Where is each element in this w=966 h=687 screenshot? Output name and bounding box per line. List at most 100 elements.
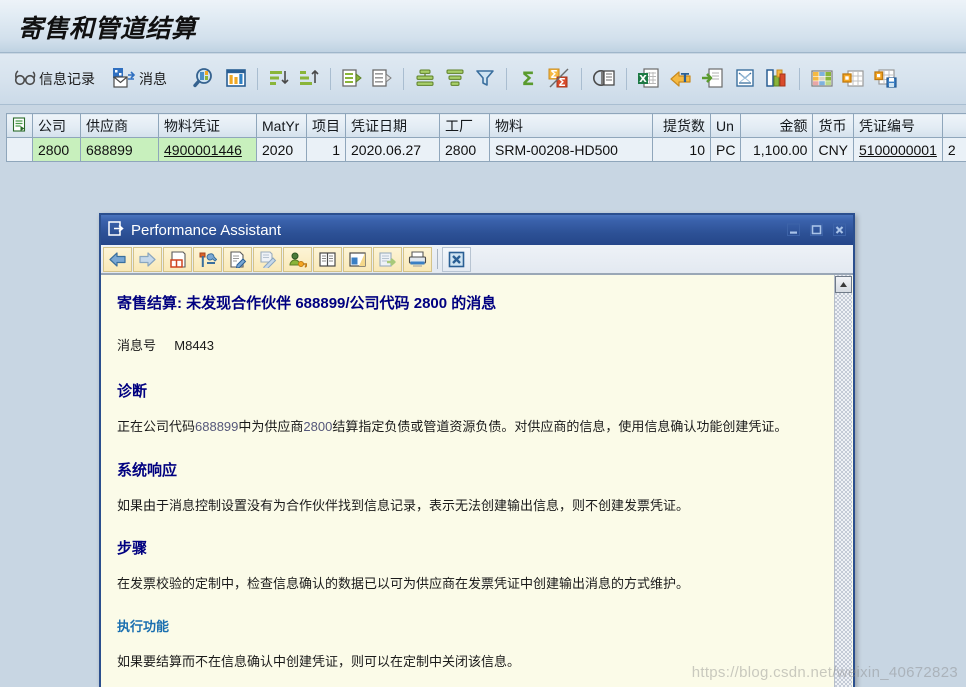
cell-docdate: 2020.06.27 <box>345 137 440 162</box>
column-header-docdate[interactable]: 凭证日期 <box>345 113 440 138</box>
row-selector[interactable] <box>6 137 33 162</box>
cell-extra: 2 <box>941 137 966 162</box>
section-body-system-response: 如果由于消息控制设置没有为合作伙伴找到信息记录，表示无法创建输出信息，则不创建发… <box>117 497 690 513</box>
column-header-extra[interactable] <box>941 113 966 138</box>
column-chart-icon <box>225 67 247 92</box>
export-local-button[interactable] <box>697 59 729 99</box>
column-header-vendor[interactable]: 供应商 <box>80 113 159 138</box>
note-pencil-icon <box>230 250 247 268</box>
print-preview-button[interactable] <box>588 59 620 99</box>
hammer-wrench-icon <box>199 252 217 267</box>
subtotal-button[interactable]: Σ Σ <box>543 59 575 99</box>
table-row[interactable]: 2800 688899 4900001446 2020 1 2020.06.27… <box>6 137 966 162</box>
column-header-matyr[interactable]: MatYr <box>256 113 307 138</box>
diagnosis-part-1: 688899 <box>195 419 239 434</box>
column-header-material[interactable]: 物料 <box>489 113 653 138</box>
dialog-title-bar[interactable]: Performance Assistant <box>101 215 853 245</box>
export-excel-button[interactable]: X <box>633 59 665 99</box>
section-body-diagnosis: 正在公司代码688899中为供应商2800结算指定负债或管道资源负债。对供应商的… <box>117 418 818 436</box>
mail-recipient-button[interactable] <box>729 59 761 99</box>
cell-plant: 2800 <box>439 137 490 162</box>
cell-matdoc[interactable]: 4900001446 <box>158 137 257 162</box>
application-window: 寄售和管道结算 信息记录 消息 Σ Σ Σ X T 公司 供应商 物料凭证 Ma… <box>0 0 966 687</box>
forward-button[interactable] <box>133 246 162 272</box>
create-note-button[interactable] <box>253 246 282 272</box>
layout-change-button[interactable] <box>838 59 870 99</box>
column-header-unit[interactable]: Un <box>709 113 742 138</box>
column-header-currency[interactable]: 货币 <box>812 113 855 138</box>
cell-company: 2800 <box>32 137 81 162</box>
layout-save-button[interactable] <box>870 59 902 99</box>
filter-button[interactable] <box>470 59 500 99</box>
messages-button[interactable]: 消息 <box>108 59 171 99</box>
dialog-body: 寄售结算: 未发现合作伙伴 688899/公司代码 2800 的消息 消息号 M… <box>101 274 853 687</box>
glossary-button[interactable] <box>163 246 192 272</box>
cell-material: SRM-00208-HD500 <box>489 137 653 162</box>
application-help-button[interactable] <box>313 246 342 272</box>
column-header-item[interactable]: 项目 <box>306 113 346 138</box>
cell-vendor: 688899 <box>80 137 159 162</box>
vertical-scrollbar[interactable] <box>834 275 852 687</box>
book-glossary-icon <box>170 250 186 268</box>
layout-select-button[interactable] <box>806 59 838 99</box>
export-file-icon <box>701 67 725 92</box>
sigma-icon: Σ <box>517 67 539 92</box>
diagnosis-part-3: 2800 <box>303 419 333 434</box>
column-header-plant[interactable]: 工厂 <box>439 113 490 138</box>
graphic-button[interactable] <box>761 59 793 99</box>
word-export-icon: T <box>669 67 693 92</box>
sort-ascending-button[interactable] <box>264 59 294 99</box>
sort-descending-button[interactable] <box>294 59 324 99</box>
message-number-value: M8443 <box>174 338 215 353</box>
find-button[interactable] <box>189 59 221 99</box>
column-header-matdoc[interactable]: 物料凭证 <box>158 113 257 138</box>
envelope-message-icon <box>112 67 136 92</box>
arrow-right-icon <box>139 251 156 267</box>
cell-amount: 1,100.00 <box>740 137 814 162</box>
grid-change-icon <box>842 67 866 92</box>
window-controls <box>783 220 850 240</box>
column-header-qty[interactable]: 提货数 <box>652 113 711 138</box>
chevron-up-icon <box>840 282 847 287</box>
support-button[interactable] <box>283 246 312 272</box>
sort-down-icon <box>371 67 393 92</box>
customize-button[interactable] <box>343 246 372 272</box>
export-word-button[interactable]: T <box>665 59 697 99</box>
minimize-button[interactable] <box>783 220 804 240</box>
message-content: 寄售结算: 未发现合作伙伴 688899/公司代码 2800 的消息 消息号 M… <box>101 275 834 687</box>
close-box-icon <box>448 251 465 267</box>
export-arrow-icon <box>379 251 396 267</box>
column-header-amount[interactable]: 金额 <box>740 113 814 138</box>
cell-qty: 10 <box>652 137 711 162</box>
info-record-button[interactable]: 信息记录 <box>10 59 99 99</box>
diagnosis-part-0: 正在公司代码 <box>117 419 196 434</box>
section-heading-execute-function[interactable]: 执行功能 <box>117 616 818 635</box>
sort-up-button[interactable] <box>337 59 367 99</box>
column-header-docno[interactable]: 凭证编号 <box>853 113 943 138</box>
note-button[interactable] <box>223 246 252 272</box>
cell-unit: PC <box>709 137 742 162</box>
print-button[interactable] <box>403 246 432 272</box>
person-key-icon <box>289 252 307 267</box>
maximize-button[interactable] <box>806 220 827 240</box>
sort-desc-2-button[interactable] <box>440 59 470 99</box>
column-header-company[interactable]: 公司 <box>32 113 81 138</box>
back-button[interactable] <box>103 246 132 272</box>
sort-down-button[interactable] <box>367 59 397 99</box>
sort-asc-2-button[interactable] <box>410 59 440 99</box>
scroll-up-button[interactable] <box>835 276 852 293</box>
sort-ascending-bars-icon <box>414 67 436 92</box>
select-all-header[interactable] <box>6 113 33 138</box>
close-assistant-button[interactable] <box>442 246 471 272</box>
toolbar-separator <box>437 249 438 269</box>
export-button[interactable] <box>373 246 402 272</box>
section-heading-system-response: 系统响应 <box>117 461 178 479</box>
message-number-label: 消息号 <box>117 338 157 353</box>
filter-funnel-icon <box>474 67 496 92</box>
print-preview-icon <box>592 67 616 92</box>
technical-info-button[interactable] <box>193 246 222 272</box>
close-button[interactable] <box>829 220 850 240</box>
total-button[interactable]: Σ <box>513 59 543 99</box>
detail-button[interactable] <box>221 59 251 99</box>
cell-docno[interactable]: 5100000001 <box>853 137 943 162</box>
